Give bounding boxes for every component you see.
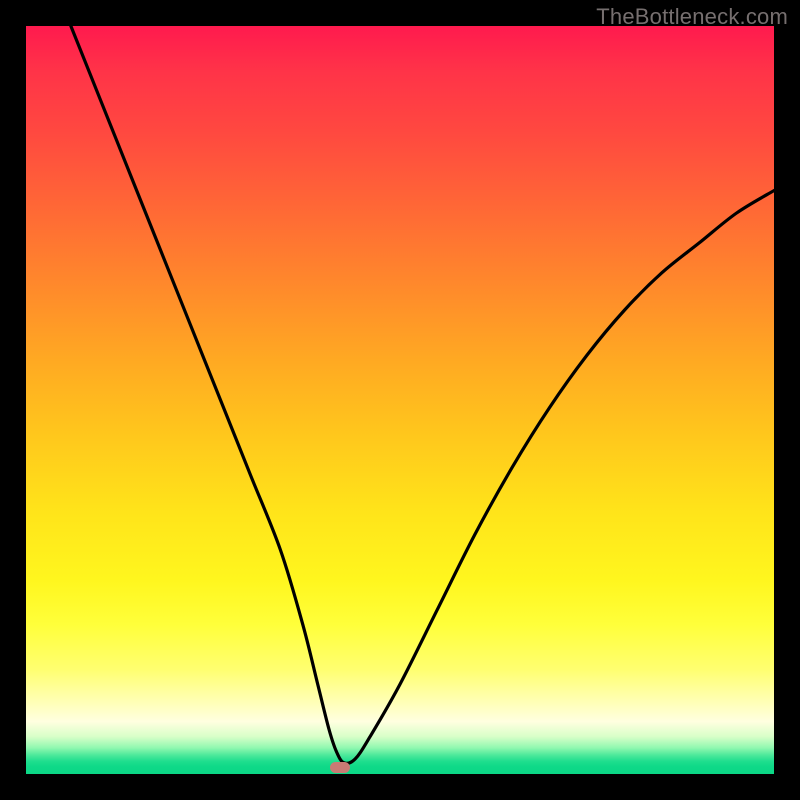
bottleneck-curve <box>26 26 774 774</box>
plot-area <box>26 26 774 774</box>
chart-frame: TheBottleneck.com <box>0 0 800 800</box>
minimum-marker <box>330 762 350 773</box>
